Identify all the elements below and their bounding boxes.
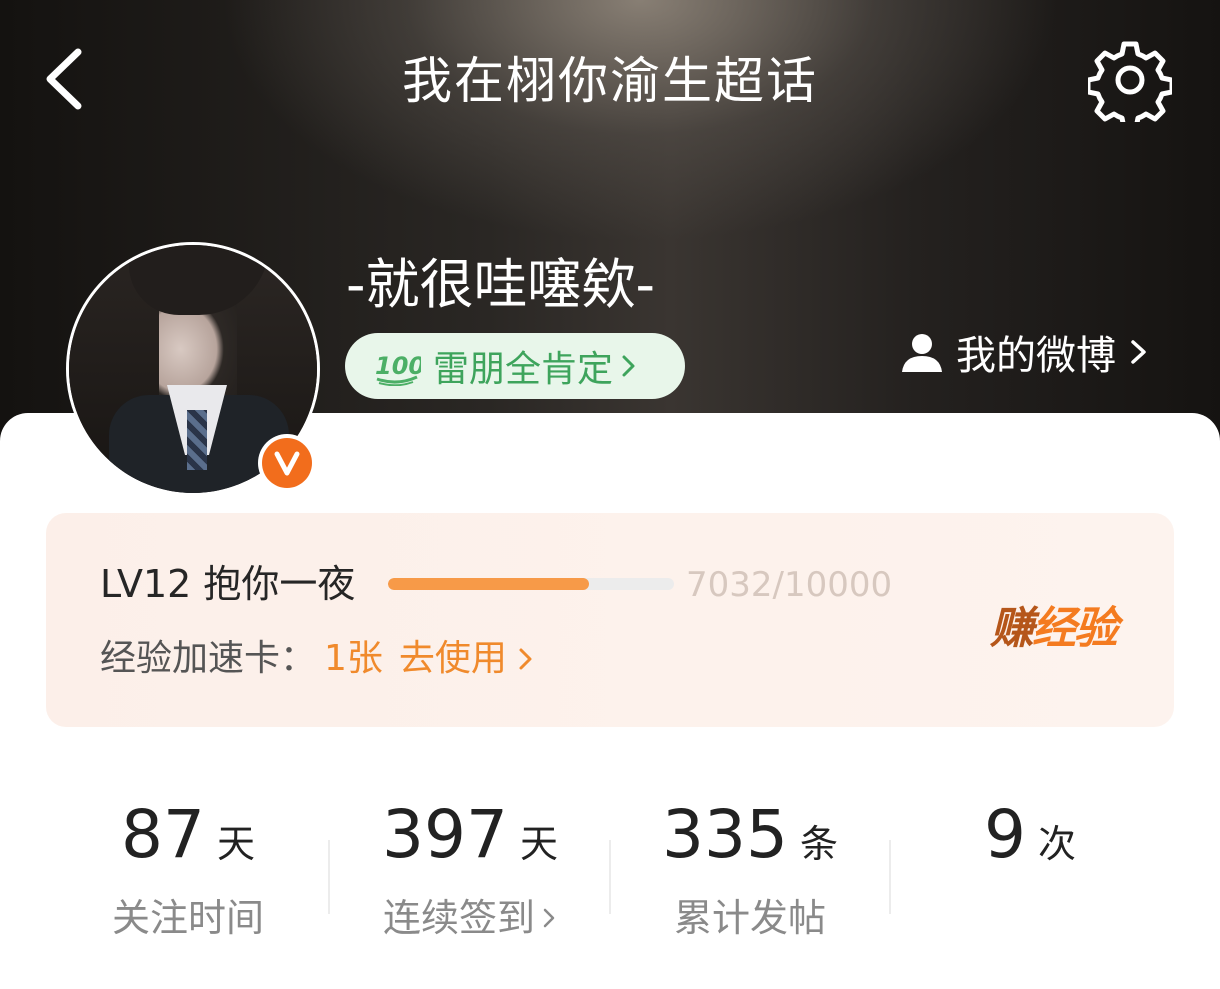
person-icon bbox=[902, 334, 942, 372]
level-progress-fill bbox=[388, 578, 590, 590]
stat-unit: 条 bbox=[799, 822, 838, 866]
stat-value: 397 bbox=[382, 796, 508, 873]
stat-divider bbox=[889, 840, 891, 914]
user-name: -就很哇噻欸- bbox=[346, 253, 655, 316]
stat-divider bbox=[328, 840, 330, 914]
boost-card-row: 经验加速卡： 1张 去使用 bbox=[100, 634, 535, 684]
chevron-right-icon bbox=[1131, 340, 1146, 364]
stat-unit: 天 bbox=[519, 822, 558, 866]
page-title: 我在栩你渝生超话 bbox=[402, 52, 818, 110]
chevron-right-icon bbox=[622, 355, 635, 377]
gear-icon bbox=[1085, 41, 1175, 131]
stat-label: 连续签到 bbox=[382, 896, 535, 940]
stat-value: 335 bbox=[662, 796, 788, 873]
earn-exp-part1: 赚 bbox=[990, 603, 1034, 654]
stat-value: 87 bbox=[121, 796, 205, 873]
my-weibo-link[interactable]: 我的微博 bbox=[900, 322, 1150, 382]
stat-count: 9次 bbox=[900, 790, 1160, 899]
exp-value: 7032/10000 bbox=[686, 565, 893, 605]
vip-badge bbox=[258, 434, 316, 492]
earn-exp-button[interactable]: 赚经验 bbox=[990, 592, 1118, 656]
stat-checkin-days[interactable]: 397 天 连续签到 bbox=[340, 790, 600, 946]
chevron-right-icon bbox=[543, 908, 555, 928]
earn-exp-part2: 经验 bbox=[1032, 603, 1118, 654]
stat-label: 累计发帖 bbox=[673, 896, 826, 940]
hundred-points-icon: 100 bbox=[375, 352, 421, 386]
my-weibo-label: 我的微博 bbox=[956, 333, 1116, 379]
chevron-right-icon[interactable] bbox=[517, 644, 535, 674]
level-progress-bar bbox=[388, 578, 674, 590]
use-boost-card-link[interactable]: 去使用 bbox=[399, 634, 507, 684]
medal-button[interactable]: 100 雷朋全肯定 bbox=[345, 333, 685, 399]
stat-unit: 天 bbox=[216, 822, 255, 866]
level-label: LV12 抱你一夜 bbox=[100, 562, 356, 606]
svg-text:100: 100 bbox=[375, 352, 421, 380]
stat-label: 关注时间 bbox=[111, 896, 264, 940]
stat-total-posts: 335 条 累计发帖 bbox=[620, 790, 880, 946]
stat-unit: 次 bbox=[1037, 822, 1076, 866]
boost-card-count: 1张 bbox=[324, 638, 383, 679]
stat-follow-days: 87 天 关注时间 bbox=[58, 790, 318, 946]
medal-label: 雷朋全肯定 bbox=[433, 349, 614, 390]
stat-divider bbox=[609, 840, 611, 914]
boost-card-label: 经验加速卡： bbox=[100, 638, 317, 679]
verified-v-icon bbox=[274, 451, 300, 476]
stat-value: 9 bbox=[983, 796, 1026, 873]
settings-button[interactable] bbox=[1085, 38, 1175, 131]
